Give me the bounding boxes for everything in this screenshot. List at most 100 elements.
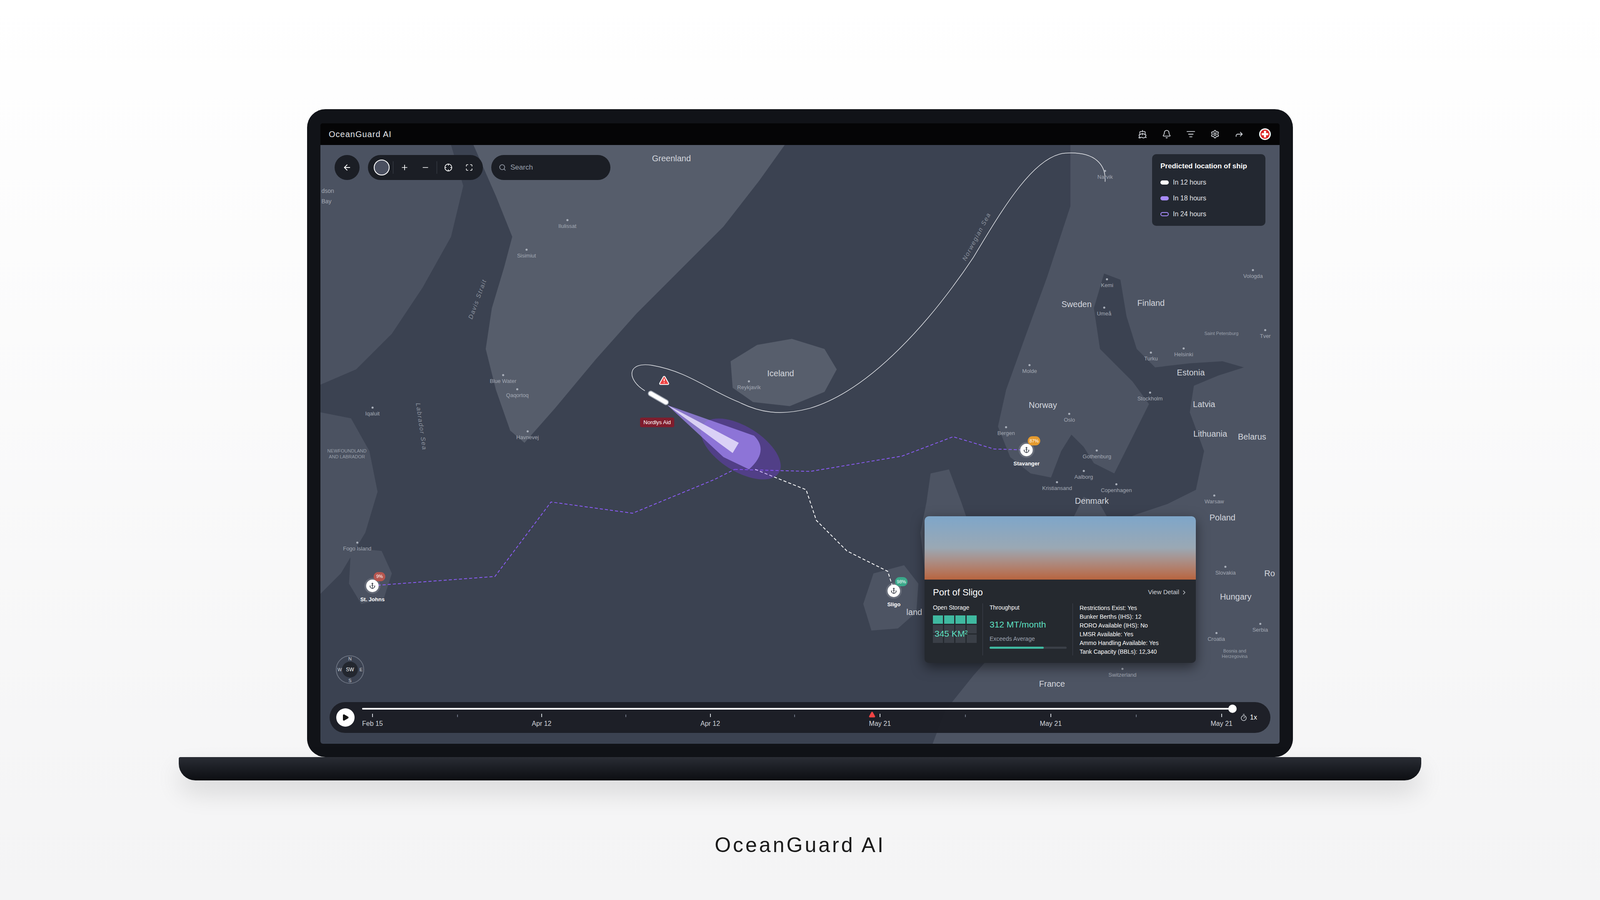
map-label: Iceland [767,367,795,380]
play-button[interactable] [336,708,355,727]
map-label: dson [321,186,334,196]
port-marker[interactable]: 98%Sligo [887,584,901,609]
map-label: Umeå [1096,306,1112,318]
map-label: Gothenburg [1082,449,1112,461]
timeline-tick[interactable]: Apr 12 [531,712,552,729]
filter-icon[interactable] [1186,129,1196,139]
map-label: Stockholm [1137,391,1163,403]
legend: Predicted location of shipIn 12 hoursIn … [1152,154,1266,226]
map-label: Fogo Island [342,541,372,553]
port-label: Sligo [887,600,901,609]
maximize-icon [465,163,473,172]
timeline-tick[interactable]: May 21 [1210,712,1233,729]
warning-icon [658,375,670,386]
minor-tick [1135,714,1137,718]
speed-control[interactable]: 1x [1240,712,1264,723]
search-field[interactable]: Search [491,155,611,180]
timeline-track[interactable] [362,707,1233,710]
plus-icon [400,163,409,172]
city-dot [1259,622,1262,625]
city-dot [1095,449,1098,452]
city-dot [1148,391,1151,394]
city-dot [1115,483,1118,486]
port-badge: 9% [373,572,386,582]
back-button[interactable] [334,155,360,180]
bell-icon[interactable] [1162,129,1172,139]
map-label: Warsaw [1204,494,1224,506]
map-label: Bergen [997,426,1015,438]
legend-swatch [1160,196,1169,201]
compass[interactable]: NSWESW [335,655,365,684]
timeline-thumb[interactable] [1228,704,1237,713]
port-badge: 87% [1027,436,1041,446]
map-label: Vologda [1243,269,1263,281]
minus-icon [421,163,430,172]
search-icon [498,163,507,172]
timeline-tick[interactable]: Feb 15 [362,712,383,729]
minor-tick [794,714,795,718]
city-dot [1121,667,1124,670]
locate-button[interactable] [438,157,458,178]
share-icon[interactable] [1234,129,1244,139]
map-label: Turku [1144,351,1158,363]
city-dot [1213,494,1216,497]
timeline[interactable]: Feb 15 Apr 12 Apr 12 May 21 May 21 May 21 1x [329,702,1271,733]
top-bar: OceanGuard AI [320,123,1280,145]
map-label: France [1039,677,1065,690]
map[interactable]: GreenlandIcelandSwedenFinlandNorwayEston… [320,145,1280,744]
fullscreen-button[interactable] [459,157,479,178]
map-label: Reykjavík [737,380,761,392]
legend-item: In 24 hours [1160,209,1258,220]
anchor-icon [369,582,376,590]
red-cross-icon[interactable] [1258,127,1272,141]
timeline-tick[interactable]: Apr 12 [700,712,720,729]
city-dot [1056,481,1059,484]
port-facts: Restrictions Exist: YesBunker Berths (IH… [1079,603,1159,656]
city-dot [1252,269,1255,272]
zoom-out-button[interactable] [415,157,435,178]
map-label: Saint Petersburg [1198,330,1245,337]
map-label: Narvik [1097,170,1113,182]
crosshair-icon [444,163,453,172]
throughput-bar [989,646,1067,649]
city-dot [1106,278,1109,281]
ship-icon[interactable] [1137,129,1148,139]
timer-icon [1240,713,1248,722]
port-marker[interactable]: 87%Stavanger [1013,443,1040,468]
city-dot [566,219,569,222]
map-label: Switzerland [1108,667,1137,680]
city-dot [1182,347,1185,350]
city-dot [516,388,519,391]
city-dot [1068,412,1071,415]
settings-icon[interactable] [1210,129,1220,139]
timeline-tick[interactable]: May 21 [869,712,891,729]
map-label: Molde [1022,363,1037,375]
map-label: Ro [1264,567,1275,580]
storage-cell [966,615,977,624]
storage-cell [966,625,977,634]
map-label: Denmark [1075,494,1109,508]
legend-swatch [1160,212,1169,217]
map-label: Lithuania [1193,427,1228,440]
map-label: Tver [1260,329,1271,341]
timeline-tick[interactable]: May 21 [1040,712,1062,729]
port-marker[interactable]: 9%St. Johns [360,579,385,604]
map-label: Kristiansand [1042,481,1073,493]
map-label: Slovakia [1215,565,1236,578]
city-dot [1005,426,1008,429]
app-window: OceanGuard AIGreenlandIcelandSwedenFinla… [320,123,1280,744]
port-badge: 98% [895,577,908,587]
layer-button[interactable] [372,157,392,178]
port-card[interactable]: Port of SligoView DetailOpen Storage345 … [924,516,1196,663]
city-dot [1224,565,1227,568]
zoom-in-button[interactable] [395,157,415,178]
map-label: Bay [321,196,332,206]
map-label: Norway [1028,398,1058,412]
open-storage: Open Storage345 KM² [932,603,983,656]
map-label: Helsinki [1174,347,1194,359]
view-detail-link[interactable]: View Detail [1147,587,1188,598]
map-label: Bosnia and Herzegovina [1211,648,1258,660]
laptop-screen: OceanGuard AIGreenlandIcelandSwedenFinla… [307,109,1293,758]
map-label: Hungary [1220,590,1252,603]
chevron-right-icon [1180,589,1188,596]
